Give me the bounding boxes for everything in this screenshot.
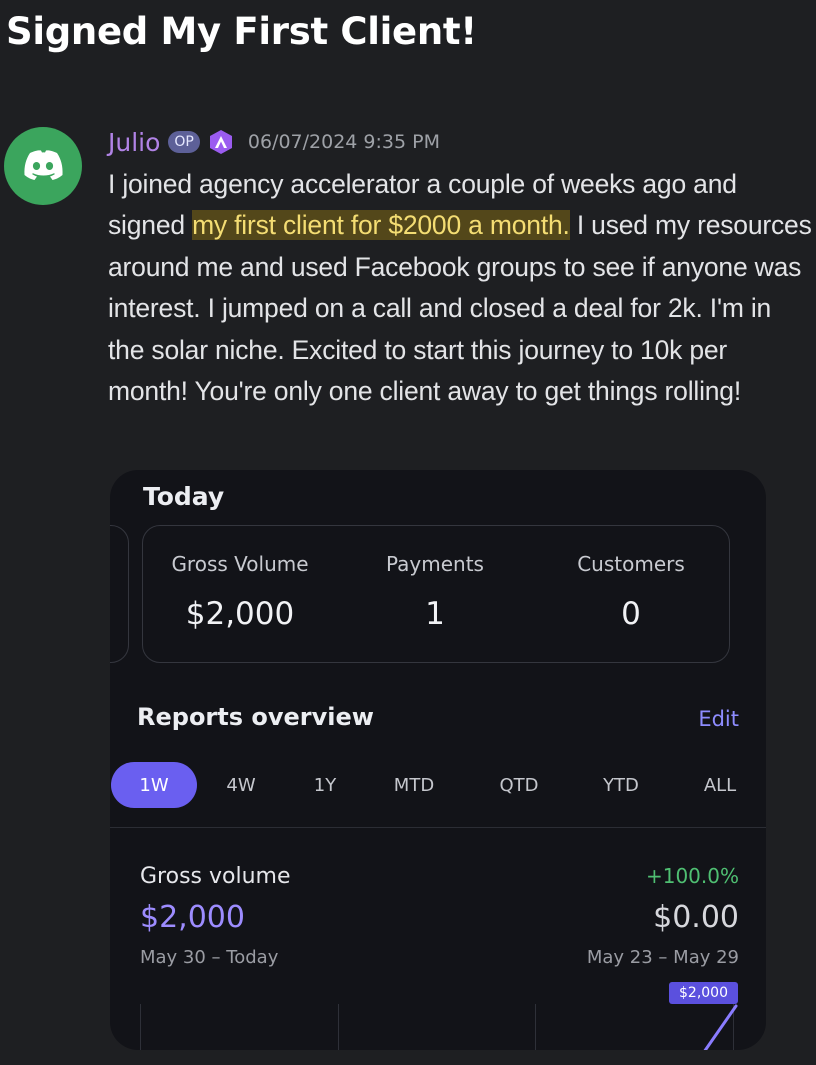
previous-stat-card (110, 525, 129, 663)
range-tab-1w[interactable]: 1W (111, 762, 197, 808)
stat-value: $2,000 (185, 596, 295, 632)
stat-value: 0 (621, 596, 641, 632)
divider (110, 827, 766, 828)
today-stats-card: Gross Volume $2,000 Payments 1 Customers… (142, 525, 730, 663)
range-tab-4w[interactable]: 4W (216, 762, 266, 808)
chart-line (703, 1004, 738, 1050)
triangle-a-badge-icon (208, 129, 234, 155)
stat-value: 1 (425, 596, 445, 632)
chart-tooltip: $2,000 (669, 982, 738, 1004)
previous-period-value: $0.00 (653, 900, 739, 935)
gross-volume-dates: May 30 – Today (140, 947, 279, 968)
thread-title: Signed My First Client! (6, 10, 477, 53)
stat-label: Customers (577, 552, 685, 576)
message-body: I joined agency accelerator a couple of … (108, 164, 813, 412)
today-title: Today (143, 482, 225, 511)
highlighted-text: my first client for $2000 a month. (192, 210, 570, 241)
range-tab-all[interactable]: ALL (692, 762, 748, 808)
previous-period-dates: May 23 – May 29 (586, 947, 739, 968)
stat-customers: Customers 0 (533, 526, 729, 664)
chart-gridline (338, 1004, 339, 1050)
range-tab-mtd[interactable]: MTD (383, 762, 445, 808)
range-tab-qtd[interactable]: QTD (488, 762, 550, 808)
message-header: Julio OP 06/07/2024 9:35 PM (108, 124, 440, 160)
range-tab-1y[interactable]: 1Y (300, 762, 350, 808)
message-timestamp: 06/07/2024 9:35 PM (247, 131, 440, 153)
stat-payments: Payments 1 (337, 526, 533, 664)
stat-gross-volume: Gross Volume $2,000 (143, 526, 337, 664)
chart-gridline (140, 1004, 141, 1050)
payments-dashboard-screenshot[interactable]: Today Gross Volume $2,000 Payments 1 Cus… (110, 470, 766, 1050)
gross-volume-change: +100.0% (645, 864, 739, 888)
stat-label: Payments (386, 552, 484, 576)
gross-volume-label: Gross volume (140, 864, 291, 889)
edit-button[interactable]: Edit (698, 707, 739, 731)
op-badge: OP (168, 131, 200, 153)
discord-logo-icon (24, 150, 63, 180)
user-avatar[interactable] (4, 127, 82, 205)
stat-label: Gross Volume (171, 552, 309, 576)
author-name[interactable]: Julio (108, 128, 160, 157)
reports-overview-title: Reports overview (137, 703, 374, 731)
range-tab-ytd[interactable]: YTD (590, 762, 652, 808)
discord-post: Signed My First Client! Julio OP 06/07/2… (0, 0, 816, 1065)
chart-gridline (535, 1004, 536, 1050)
gross-volume-value: $2,000 (140, 900, 245, 935)
